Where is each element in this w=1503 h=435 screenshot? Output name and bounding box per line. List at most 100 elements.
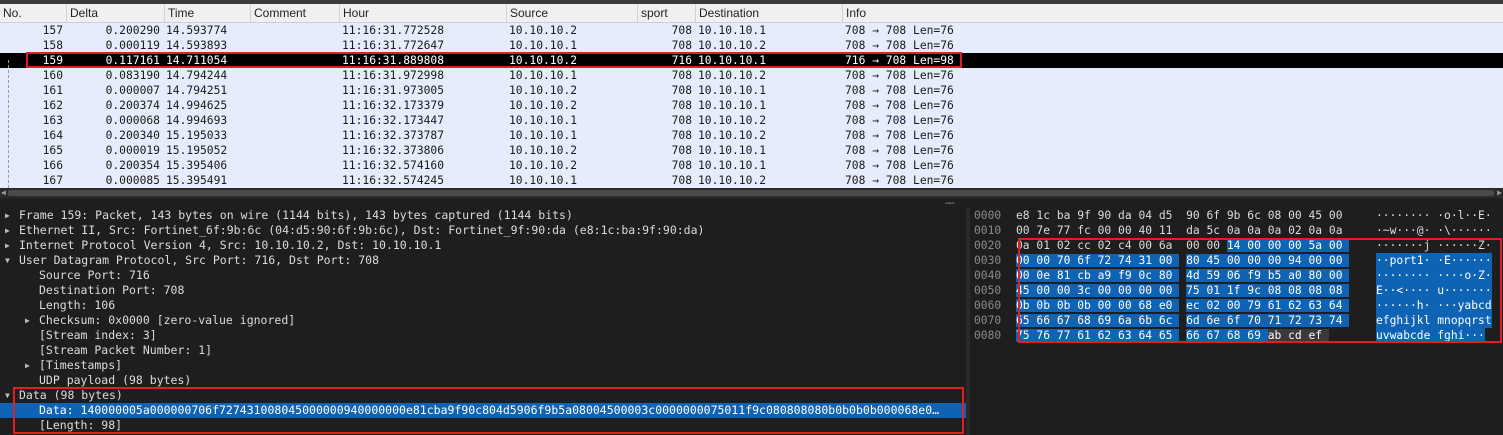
- packet-row[interactable]: 166 0.200354 15.395406 11:16:32.574160 10.10…: [0, 158, 1503, 173]
- column-header-hour[interactable]: Hour: [339, 4, 506, 22]
- packet-cell-hour: 11:16:31.972998: [342, 69, 445, 82]
- packet-cell-delta: 0.200374: [105, 99, 160, 112]
- horizontal-scrollbar[interactable]: ◀ ▶: [0, 188, 1503, 198]
- packet-cell-sport: 708: [671, 114, 692, 127]
- expand-down-icon[interactable]: ▼: [5, 253, 10, 268]
- expand-right-icon[interactable]: ▶: [5, 208, 10, 223]
- packet-cell-no: 164: [42, 129, 63, 142]
- expand-right-icon[interactable]: ▶: [25, 358, 30, 373]
- byte-offset: 0060: [974, 299, 1002, 312]
- packet-cell-info: 708 → 708 Len=76: [845, 114, 954, 127]
- expand-right-icon[interactable]: ▶: [5, 223, 10, 238]
- byte-hex[interactable]: e8 1c ba 9f 90 da 04 d5 90 6f 9b 6c 08 0…: [1016, 208, 1349, 223]
- packet-cell-sport: 708: [671, 69, 692, 82]
- packet-row-selected[interactable]: 159 0.117161 14.711054 11:16:31.889808 10.10…: [0, 53, 1503, 68]
- packet-cell-time: 14.994625: [166, 99, 228, 112]
- byte-ascii: ··port1· ·E······: [1376, 253, 1492, 268]
- packet-row[interactable]: 165 0.000019 15.195052 11:16:32.373806 10.10…: [0, 143, 1503, 158]
- column-header-info[interactable]: Info: [842, 4, 1503, 22]
- packet-cell-src: 10.10.10.1: [509, 174, 578, 187]
- packet-cell-time: 15.395406: [166, 159, 228, 172]
- byte-offset: 0020: [974, 239, 1002, 252]
- detail-line[interactable]: ▶ Checksum: 0x0000 [zero-value ignored]: [0, 313, 966, 328]
- packet-row[interactable]: 160 0.083190 14.794244 11:16:31.972998 10.10…: [0, 68, 1503, 83]
- packet-cell-delta: 0.000119: [105, 39, 160, 52]
- packet-cell-src: 10.10.10.2: [509, 24, 578, 37]
- detail-line[interactable]: ▶ Frame 159: Packet, 143 bytes on wire (1…: [0, 208, 966, 223]
- byte-hex[interactable]: 0b 0b 0b 0b 00 00 68 e0 ec 02 00 79 61 6…: [1016, 298, 1350, 313]
- detail-line[interactable]: UDP payload (98 bytes): [0, 373, 966, 388]
- packet-cell-hour: 11:16:32.173379: [342, 99, 445, 112]
- packet-cell-info: 716 → 708 Len=98: [845, 54, 954, 67]
- packet-row[interactable]: 164 0.200340 15.195033 11:16:32.373787 10.10…: [0, 128, 1503, 143]
- packet-cell-info: 708 → 708 Len=76: [845, 129, 954, 142]
- expand-down-icon[interactable]: ▼: [5, 388, 10, 403]
- detail-line[interactable]: [Length: 98]: [0, 418, 966, 433]
- byte-hex[interactable]: 00 00 70 6f 72 74 31 00 80 45 00 00 00 9…: [1016, 253, 1350, 268]
- detail-text: [Stream Packet Number: 1]: [39, 343, 213, 357]
- packet-cell-sport: 708: [671, 99, 692, 112]
- packet-cell-delta: 0.117161: [105, 54, 160, 67]
- byte-offset: 0050: [974, 284, 1002, 297]
- expand-right-icon[interactable]: ▶: [5, 238, 10, 253]
- detail-line[interactable]: ▶ [Timestamps]: [0, 358, 966, 373]
- scrollbar-thumb[interactable]: [8, 190, 1494, 196]
- packet-cell-no: 160: [42, 69, 63, 82]
- byte-hex[interactable]: 0a 01 02 cc 02 c4 00 6a 00 00 14 00 00 0…: [1016, 238, 1350, 253]
- packet-cell-dst: 10.10.10.1: [698, 99, 767, 112]
- detail-line[interactable]: Destination Port: 708: [0, 283, 966, 298]
- packet-bytes-pane[interactable]: 0000 e8 1c ba 9f 90 da 04 d5 90 6f 9b 6c …: [970, 207, 1503, 435]
- packet-cell-delta: 0.000019: [105, 144, 160, 157]
- column-header-sport[interactable]: sport: [637, 4, 695, 22]
- detail-line[interactable]: [Stream Packet Number: 1]: [0, 343, 966, 358]
- packet-cell-dst: 10.10.10.2: [698, 129, 767, 142]
- column-header-delta[interactable]: Delta: [66, 4, 164, 22]
- packet-cell-info: 708 → 708 Len=76: [845, 144, 954, 157]
- packet-row[interactable]: 158 0.000119 14.593893 11:16:31.772647 10.10…: [0, 38, 1503, 53]
- packet-cell-delta: 0.000007: [105, 84, 160, 97]
- detail-line[interactable]: ▶ Internet Protocol Version 4, Src: 10.10…: [0, 238, 966, 253]
- byte-hex[interactable]: 45 00 00 3c 00 00 00 00 75 01 1f 9c 08 0…: [1016, 283, 1350, 298]
- detail-line[interactable]: Length: 106: [0, 298, 966, 313]
- column-header-no[interactable]: No.: [0, 4, 66, 22]
- packet-cell-hour: 11:16:32.574160: [342, 159, 445, 172]
- packet-cell-src: 10.10.10.1: [509, 39, 578, 52]
- packet-cell-time: 15.395491: [166, 174, 228, 187]
- packet-row[interactable]: 162 0.200374 14.994625 11:16:32.173379 10.10…: [0, 98, 1503, 113]
- detail-line-selected[interactable]: Data: 140000005a000000706f72743100804500…: [0, 403, 966, 418]
- byte-hex[interactable]: 75 76 77 61 62 63 64 65 66 67 68 69 ab c…: [1016, 328, 1329, 343]
- column-header-time[interactable]: Time: [164, 4, 250, 22]
- column-header-comment[interactable]: Comment: [250, 4, 339, 22]
- column-header-destination[interactable]: Destination: [695, 4, 842, 22]
- packet-cell-info: 708 → 708 Len=76: [845, 159, 954, 172]
- detail-line[interactable]: Source Port: 716: [0, 268, 966, 283]
- byte-hex[interactable]: 65 66 67 68 69 6a 6b 6c 6d 6e 6f 70 71 7…: [1016, 313, 1350, 328]
- packet-cell-src: 10.10.10.2: [509, 54, 578, 67]
- packet-cell-info: 708 → 708 Len=76: [845, 69, 954, 82]
- byte-ascii: uvwabcde fghi···: [1376, 328, 1485, 343]
- detail-line[interactable]: ▼ User Datagram Protocol, Src Port: 716, …: [0, 253, 966, 268]
- expand-right-icon[interactable]: ▶: [25, 313, 30, 328]
- detail-line[interactable]: [Stream index: 3]: [0, 328, 966, 343]
- column-header-source[interactable]: Source: [506, 4, 637, 22]
- packet-details-pane[interactable]: ▶ Frame 159: Packet, 143 bytes on wire (1…: [0, 207, 966, 435]
- packet-cell-dst: 10.10.10.1: [698, 84, 767, 97]
- packet-row[interactable]: 161 0.000007 14.794251 11:16:31.973005 10.10…: [0, 83, 1503, 98]
- byte-hex[interactable]: 00 0e 81 cb a9 f9 0c 80 4d 59 06 f9 b5 a…: [1016, 268, 1350, 283]
- packet-cell-delta: 0.200340: [105, 129, 160, 142]
- scroll-right-icon[interactable]: ▶: [1497, 188, 1502, 198]
- packet-list[interactable]: No. Delta Time Comment Hour Source sport…: [0, 0, 1503, 190]
- packet-cell-hour: 11:16:32.373806: [342, 144, 445, 157]
- packet-cell-delta: 0.000068: [105, 114, 160, 127]
- byte-hex[interactable]: 00 7e 77 fc 00 00 40 11 da 5c 0a 0a 0a 0…: [1016, 223, 1349, 238]
- packet-cell-dst: 10.10.10.1: [698, 24, 767, 37]
- detail-line[interactable]: ▼ Data (98 bytes): [0, 388, 966, 403]
- scroll-left-icon[interactable]: ◀: [1, 188, 6, 198]
- packet-cell-time: 15.195052: [166, 144, 228, 157]
- packet-list-header: No. Delta Time Comment Hour Source sport…: [0, 4, 1503, 23]
- packet-row[interactable]: 167 0.000085 15.395491 11:16:32.574245 10.10…: [0, 173, 1503, 188]
- detail-line[interactable]: ▶ Ethernet II, Src: Fortinet_6f:9b:6c (04…: [0, 223, 966, 238]
- packet-row[interactable]: 163 0.000068 14.994693 11:16:32.173447 10.10…: [0, 113, 1503, 128]
- packet-row[interactable]: 157 0.200290 14.593774 11:16:31.772528 10.10…: [0, 23, 1503, 38]
- pane-splitter[interactable]: ⋯⋯: [0, 198, 1503, 209]
